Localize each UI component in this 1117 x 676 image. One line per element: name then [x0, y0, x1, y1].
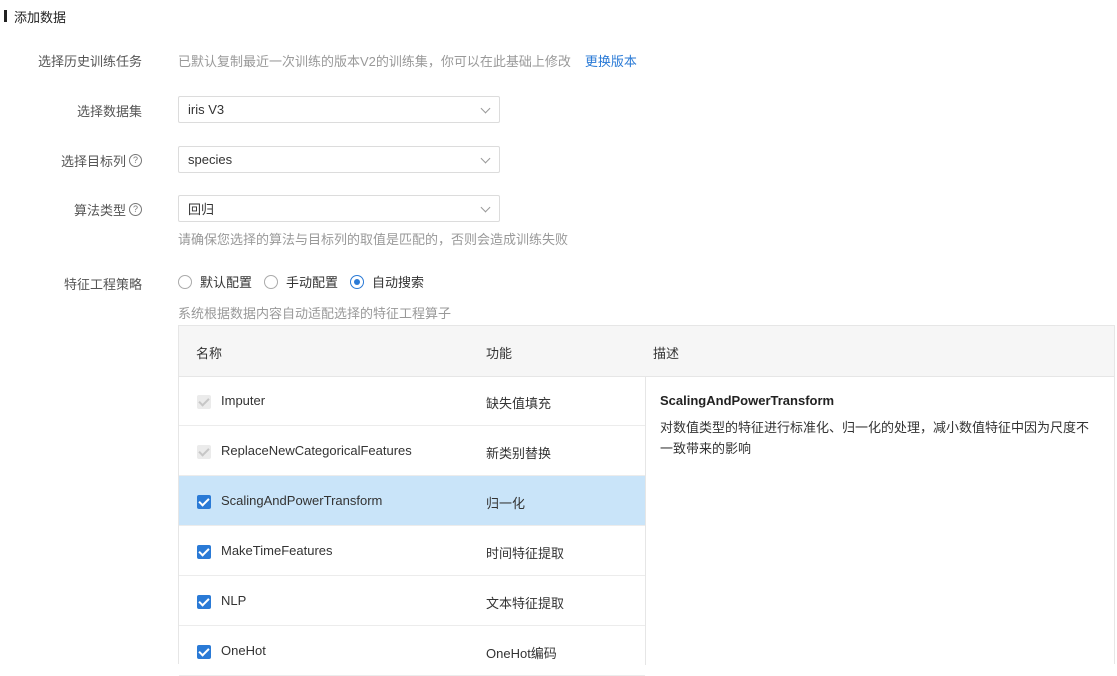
description-text: 对数值类型的特征进行标准化、归一化的处理，减小数值特征中因为尺度不一致带来的影响	[660, 420, 1090, 456]
table-header: 名称 功能 描述	[179, 326, 1114, 377]
operator-name: ScalingAndPowerTransform	[221, 493, 383, 508]
algorithm-value: 回归	[188, 202, 215, 217]
checkbox[interactable]	[197, 495, 211, 509]
section-marker	[4, 10, 7, 22]
operator-func: 文本特征提取	[486, 596, 565, 611]
table-row[interactable]: NLP 文本特征提取	[179, 576, 645, 626]
target-label: 选择目标列	[60, 154, 126, 169]
section-header: 添加数据	[4, 8, 67, 25]
checkbox-disabled	[197, 445, 211, 459]
table-row[interactable]: ReplaceNewCategoricalFeatures 新类别替换	[179, 426, 645, 476]
checkbox[interactable]	[197, 545, 211, 559]
operator-name: OneHot	[221, 643, 266, 658]
radio-label: 手动配置	[286, 275, 339, 290]
target-value: species	[188, 152, 233, 167]
algorithm-row: 算法类型 ?	[0, 200, 1117, 219]
feature-row: 特征工程策略	[0, 274, 1117, 293]
table-row[interactable]: MakeTimeFeatures 时间特征提取	[179, 526, 645, 576]
radio-auto-search[interactable]: 自动搜索	[350, 272, 424, 291]
radio-label: 自动搜索	[372, 275, 425, 290]
algorithm-label-wrap: 算法类型 ?	[0, 200, 142, 219]
algorithm-select[interactable]: 回归	[178, 195, 500, 222]
dataset-row: 选择数据集	[0, 101, 1117, 120]
table-row[interactable]: OneHot OneHot编码	[179, 626, 645, 676]
feature-operator-table: 名称 功能 描述 Imputer 缺失值填充 ReplaceNewCategor…	[178, 325, 1115, 676]
algorithm-label: 算法类型	[73, 203, 126, 218]
radio-label: 默认配置	[200, 275, 253, 290]
help-icon[interactable]: ?	[129, 154, 142, 167]
target-label-wrap: 选择目标列 ?	[0, 151, 142, 170]
description-panel: ScalingAndPowerTransform 对数值类型的特征进行标准化、归…	[645, 376, 1114, 665]
checkbox[interactable]	[197, 645, 211, 659]
header-func: 功能	[486, 346, 513, 361]
operator-name: ReplaceNewCategoricalFeatures	[221, 443, 412, 458]
operator-name: MakeTimeFeatures	[221, 543, 333, 558]
radio-circle[interactable]	[264, 274, 279, 289]
operator-func: 缺失值填充	[486, 396, 552, 411]
checkbox[interactable]	[197, 595, 211, 609]
algorithm-hint: 请确保您选择的算法与目标列的取值是匹配的，否则会造成训练失败	[178, 232, 569, 247]
dataset-value: iris V3	[188, 102, 225, 117]
operator-func: OneHot编码	[486, 646, 557, 661]
header-desc: 描述	[653, 346, 680, 361]
change-version-link[interactable]: 更换版本	[585, 51, 637, 70]
feature-hint: 系统根据数据内容自动适配选择的特征工程算子	[178, 306, 452, 321]
operator-name: Imputer	[221, 393, 266, 408]
feature-label: 特征工程策略	[63, 277, 142, 292]
section-title: 添加数据	[14, 9, 67, 25]
checkbox-disabled	[197, 395, 211, 409]
operator-func: 新类别替换	[486, 446, 552, 461]
radio-circle[interactable]	[178, 274, 192, 289]
description-title: ScalingAndPowerTransform	[660, 393, 835, 408]
chevron-down-icon	[480, 153, 491, 164]
radio-default-config[interactable]: 默认配置	[178, 272, 252, 291]
history-hint: 已默认复制最近一次训练的版本V2的训练集，你可以在此基础上修改	[178, 54, 571, 69]
target-select[interactable]: species	[178, 146, 500, 173]
operator-func: 时间特征提取	[486, 546, 565, 561]
help-icon[interactable]: ?	[129, 203, 142, 216]
target-row: 选择目标列 ?	[0, 151, 1117, 170]
operator-name: NLP	[221, 593, 247, 608]
operator-func: 归一化	[486, 496, 526, 511]
radio-manual-config[interactable]: 手动配置	[264, 272, 338, 291]
table-row-selected[interactable]: ScalingAndPowerTransform 归一化	[179, 476, 645, 526]
history-label: 选择历史训练任务	[37, 54, 142, 69]
radio-circle-selected[interactable]	[350, 274, 365, 289]
chevron-down-icon	[480, 103, 491, 114]
history-row: 选择历史训练任务 已默认复制最近一次训练的版本V2的训练集，你可以在此基础上修改…	[0, 51, 1117, 70]
feature-strategy-radio-group: 默认配置 手动配置 自动搜索	[178, 272, 436, 291]
dataset-label: 选择数据集	[76, 104, 142, 119]
dataset-select[interactable]: iris V3	[178, 96, 500, 123]
header-name: 名称	[196, 346, 223, 361]
table-row[interactable]: Imputer 缺失值填充	[179, 376, 645, 426]
chevron-down-icon	[480, 202, 491, 213]
